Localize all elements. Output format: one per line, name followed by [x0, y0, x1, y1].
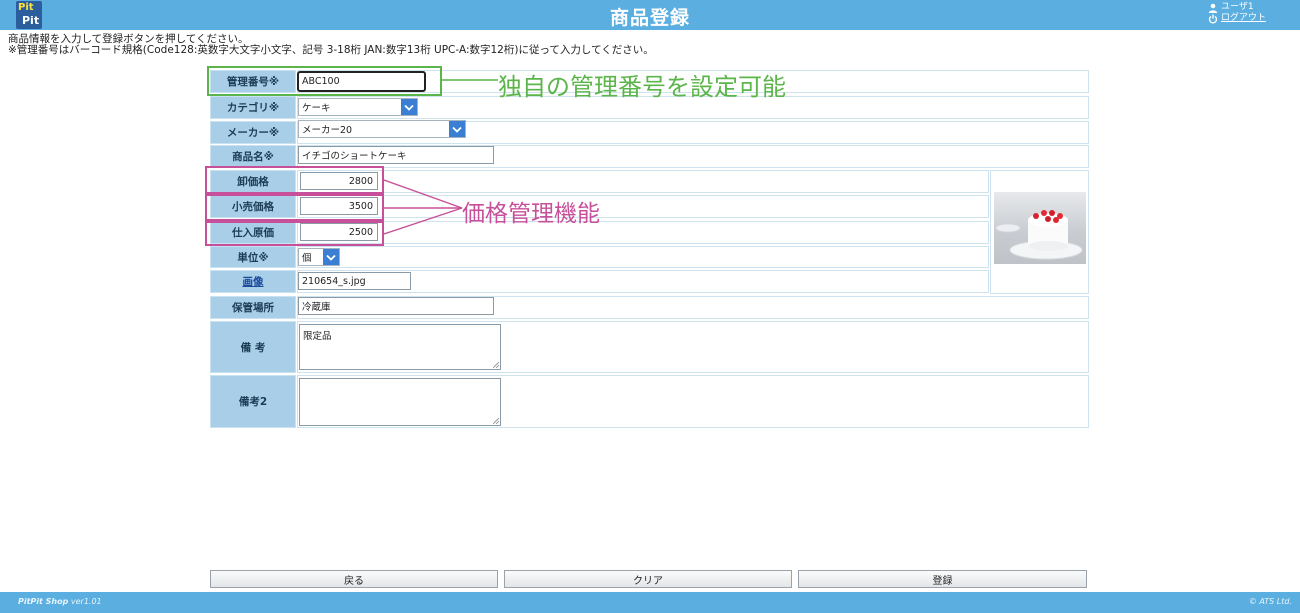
footer-app-info: PitPit Shop ver1.01 — [18, 597, 102, 606]
page-title: 商品登録 — [609, 7, 690, 29]
unit-label: 単位※ — [210, 246, 296, 268]
chevron-down-icon — [401, 99, 417, 115]
image-label: 画像 — [210, 270, 296, 293]
annotation-cost-frame — [205, 221, 384, 246]
annotation-retail-frame — [205, 194, 384, 221]
maker-selected: メーカー20 — [302, 125, 353, 136]
product-image — [994, 192, 1086, 264]
product-name-label: 商品名※ — [210, 145, 296, 168]
logout-link[interactable]: ログアウト — [1221, 13, 1266, 24]
resize-handle-icon[interactable] — [493, 362, 499, 368]
chevron-down-icon — [449, 121, 465, 137]
category-selected: ケーキ — [302, 103, 331, 114]
back-button[interactable]: 戻る — [210, 570, 498, 588]
category-label: カテゴリ※ — [210, 96, 296, 119]
resize-handle-icon[interactable] — [493, 418, 499, 424]
image-filename-input[interactable]: 210654_s.jpg — [298, 272, 411, 290]
power-icon — [1208, 14, 1218, 24]
header-bar: Pit Pit 商品登録 ユーザ1 ログアウト — [0, 0, 1300, 30]
annotation-mgmt-connector — [442, 79, 498, 81]
remarks-label: 備 考 — [210, 321, 296, 373]
unit-cell — [297, 246, 989, 268]
remarks-textarea[interactable]: 限定品 — [299, 324, 501, 370]
maker-select[interactable]: メーカー20 — [298, 120, 466, 138]
remarks-text: 限定品 — [303, 331, 332, 342]
annotation-price-text: 価格管理機能 — [462, 201, 600, 227]
annotation-wholesale-frame — [205, 166, 384, 194]
user-panel: ユーザ1 ログアウト — [1208, 2, 1266, 24]
instructions: 商品情報を入力して登録ボタンを押してください。 ※管理番号はバーコード規格(Co… — [8, 34, 654, 56]
annotation-mgmt-text: 独自の管理番号を設定可能 — [498, 73, 786, 101]
storage-label: 保管場所 — [210, 296, 296, 319]
footer-copyright: © ATS Ltd. — [1248, 597, 1292, 606]
footer-app-name: PitPit Shop — [18, 597, 69, 606]
image-link[interactable]: 画像 — [243, 274, 264, 289]
register-button[interactable]: 登録 — [798, 570, 1087, 588]
chevron-down-icon — [323, 249, 339, 265]
annotation-price-connector — [384, 179, 463, 235]
remarks2-textarea[interactable] — [299, 378, 501, 426]
footer-bar: PitPit Shop ver1.01 © ATS Ltd. — [0, 592, 1300, 613]
remarks2-label: 備考2 — [210, 375, 296, 428]
user-icon — [1208, 3, 1218, 13]
unit-selected: 個 — [302, 253, 312, 264]
instruction-line-2: ※管理番号はバーコード規格(Code128:英数字大文字小文字、記号 3-18桁… — [8, 44, 654, 56]
storage-input[interactable]: 冷蔵庫 — [298, 297, 494, 315]
unit-select[interactable]: 個 — [298, 248, 340, 266]
category-select[interactable]: ケーキ — [298, 98, 418, 116]
user-name: ユーザ1 — [1221, 2, 1254, 12]
maker-label: メーカー※ — [210, 121, 296, 144]
clear-button[interactable]: クリア — [504, 570, 792, 588]
annotation-mgmt-frame — [207, 66, 442, 96]
product-name-input[interactable]: イチゴのショートケーキ — [298, 146, 494, 164]
footer-version: ver1.01 — [70, 597, 102, 606]
